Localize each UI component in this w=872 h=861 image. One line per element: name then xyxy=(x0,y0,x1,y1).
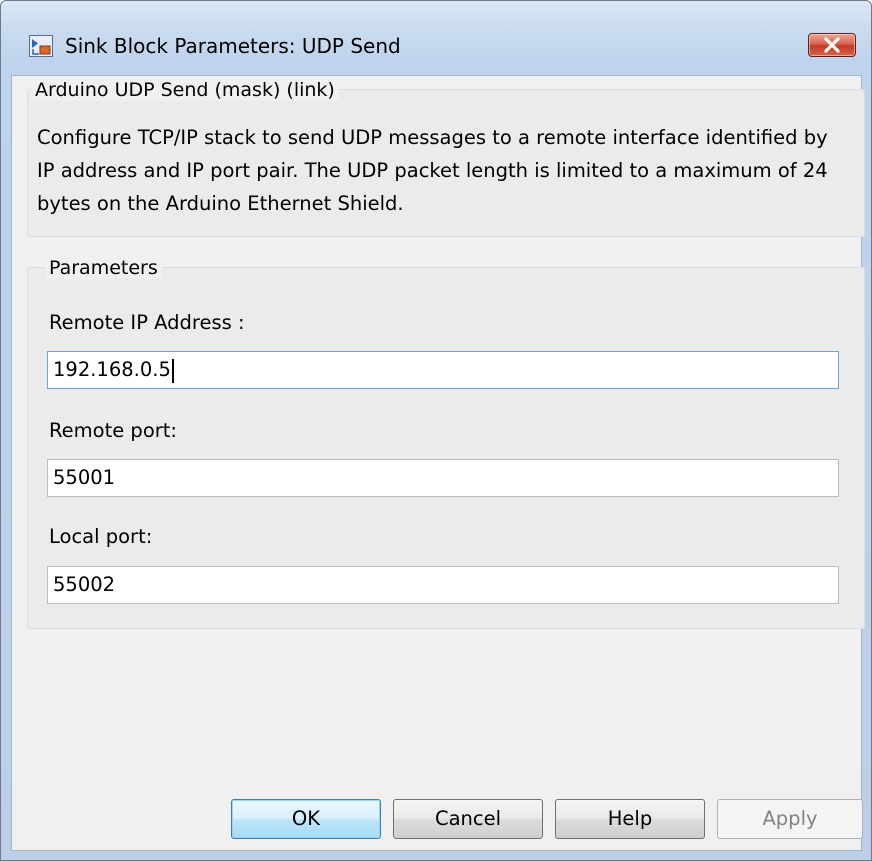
title-bar[interactable]: Sink Block Parameters: UDP Send xyxy=(1,1,871,75)
close-icon xyxy=(809,34,855,56)
remote-port-input[interactable]: 55001 xyxy=(47,459,839,497)
remote-ip-value: 192.168.0.5 xyxy=(53,358,171,381)
help-button[interactable]: Help xyxy=(555,799,705,839)
text-caret xyxy=(171,358,174,383)
cancel-button[interactable]: Cancel xyxy=(393,799,543,839)
remote-port-label: Remote port: xyxy=(49,419,177,442)
local-port-input[interactable]: 55002 xyxy=(47,566,839,604)
window-title: Sink Block Parameters: UDP Send xyxy=(65,34,401,58)
mask-heading: Arduino UDP Send (mask) (link) xyxy=(31,79,339,101)
remote-ip-input[interactable]: 192.168.0.5 xyxy=(47,351,839,389)
remote-port-value: 55001 xyxy=(53,466,116,489)
mask-description: Configure TCP/IP stack to send UDP messa… xyxy=(37,126,828,215)
local-port-label: Local port: xyxy=(49,525,153,548)
remote-ip-label: Remote IP Address : xyxy=(49,311,245,334)
local-port-value: 55002 xyxy=(53,573,116,596)
ok-button[interactable]: OK xyxy=(231,799,381,839)
parameters-heading: Parameters xyxy=(45,257,162,279)
close-button[interactable] xyxy=(808,33,856,57)
simulink-block-icon xyxy=(29,35,53,57)
dialog-window: Sink Block Parameters: UDP Send Arduino … xyxy=(0,0,872,861)
apply-button[interactable]: Apply xyxy=(717,799,863,839)
